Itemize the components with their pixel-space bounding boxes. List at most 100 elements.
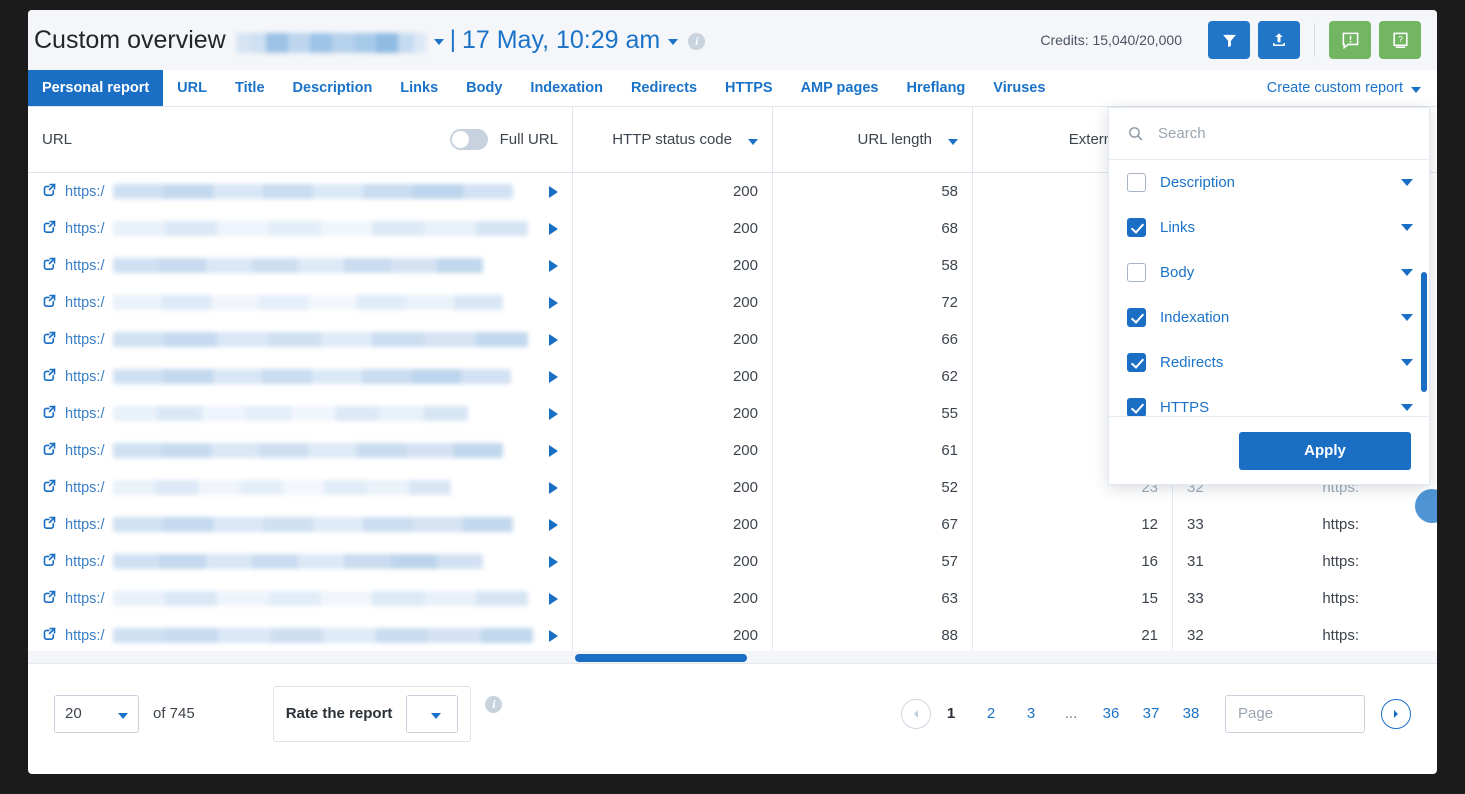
page-number-3[interactable]: 3 (1011, 705, 1051, 722)
expand-row-icon[interactable] (549, 185, 558, 198)
chevron-down-icon[interactable] (1401, 224, 1413, 231)
cell-url[interactable]: https:/ (28, 543, 573, 580)
checkbox[interactable] (1127, 218, 1146, 237)
cell-url[interactable]: https:/ (28, 358, 573, 395)
expand-row-icon[interactable] (549, 592, 558, 605)
dropdown-option-indexation[interactable]: Indexation (1109, 295, 1429, 340)
cell-url[interactable]: https:/ (28, 506, 573, 543)
checkbox[interactable] (1127, 173, 1146, 192)
expand-row-icon[interactable] (549, 222, 558, 235)
checkbox[interactable] (1127, 353, 1146, 372)
external-link-icon[interactable] (42, 441, 57, 461)
tab-description[interactable]: Description (279, 70, 387, 106)
cell-url[interactable]: https:/ (28, 210, 573, 247)
expand-row-icon[interactable] (549, 407, 558, 420)
external-link-icon[interactable] (42, 256, 57, 276)
page-number-37[interactable]: 37 (1131, 705, 1171, 722)
dropdown-option-description[interactable]: Description (1109, 160, 1429, 205)
next-page-button[interactable] (1381, 698, 1411, 729)
feedback-button[interactable] (1329, 21, 1371, 59)
dropdown-option-redirects[interactable]: Redirects (1109, 340, 1429, 385)
external-link-icon[interactable] (42, 589, 57, 609)
expand-row-icon[interactable] (549, 296, 558, 309)
sort-caret-icon[interactable] (748, 138, 758, 145)
cell-url[interactable]: https:/ (28, 432, 573, 469)
external-link-icon[interactable] (42, 404, 57, 424)
chevron-down-icon[interactable] (1401, 314, 1413, 321)
cell-url[interactable]: https:/ (28, 395, 573, 432)
previous-page-button[interactable] (901, 698, 931, 729)
rate-info-icon[interactable]: i (485, 696, 503, 713)
rows-per-page-select[interactable]: 20 (54, 694, 139, 733)
page-jump-input[interactable] (1225, 694, 1365, 733)
crawl-date-label[interactable]: 17 May, 10:29 am (462, 26, 660, 55)
page-number-2[interactable]: 2 (971, 705, 1011, 722)
horizontal-scrollbar-thumb[interactable] (575, 654, 747, 662)
info-icon[interactable]: i (688, 33, 706, 50)
cell-url[interactable]: https:/ (28, 469, 573, 506)
chevron-down-icon[interactable] (1401, 179, 1413, 186)
create-custom-report-button[interactable]: Create custom report (1267, 70, 1437, 106)
expand-row-icon[interactable] (549, 259, 558, 272)
checkbox[interactable] (1127, 398, 1146, 416)
tab-redirects[interactable]: Redirects (617, 70, 711, 106)
chevron-down-icon[interactable] (1401, 404, 1413, 411)
tab-url[interactable]: URL (163, 70, 221, 106)
table-row[interactable]: https:/ 200 63 15 33 https: (28, 580, 1437, 617)
expand-row-icon[interactable] (549, 555, 558, 568)
filter-button[interactable] (1208, 21, 1250, 59)
project-dropdown-caret-icon[interactable] (433, 39, 444, 45)
table-row[interactable]: https:/ 200 67 12 33 https: (28, 506, 1437, 543)
tab-viruses[interactable]: Viruses (979, 70, 1059, 106)
checkbox[interactable] (1127, 308, 1146, 327)
column-header-http-status-code[interactable]: HTTP status code (573, 107, 773, 172)
dropdown-option-https[interactable]: HTTPS (1109, 385, 1429, 416)
date-dropdown-caret-icon[interactable] (668, 39, 679, 45)
search-input[interactable] (1156, 124, 1411, 143)
external-link-icon[interactable] (42, 478, 57, 498)
external-link-icon[interactable] (42, 515, 57, 535)
page-number-38[interactable]: 38 (1171, 705, 1211, 722)
table-row[interactable]: https:/ 200 57 16 31 https: (28, 543, 1437, 580)
help-button[interactable]: ? (1379, 21, 1421, 59)
external-link-icon[interactable] (42, 219, 57, 239)
column-header-url-length[interactable]: URL length (773, 107, 973, 172)
cell-url[interactable]: https:/ (28, 284, 573, 321)
expand-row-icon[interactable] (549, 370, 558, 383)
full-url-toggle[interactable] (449, 129, 488, 150)
expand-row-icon[interactable] (549, 481, 558, 494)
external-link-icon[interactable] (42, 293, 57, 313)
chevron-down-icon[interactable] (1401, 269, 1413, 276)
horizontal-scrollbar[interactable] (28, 651, 1437, 663)
external-link-icon[interactable] (42, 626, 57, 646)
cell-url[interactable]: https:/ (28, 247, 573, 284)
page-number-1[interactable]: 1 (931, 705, 971, 722)
expand-row-icon[interactable] (549, 518, 558, 531)
tab-title[interactable]: Title (221, 70, 279, 106)
sort-caret-icon[interactable] (948, 138, 958, 145)
cell-url[interactable]: https:/ (28, 617, 573, 654)
tab-body[interactable]: Body (452, 70, 516, 106)
cell-url[interactable]: https:/ (28, 580, 573, 617)
dropdown-option-body[interactable]: Body (1109, 250, 1429, 295)
tab-personal-report[interactable]: Personal report (28, 70, 164, 106)
dropdown-option-links[interactable]: Links (1109, 205, 1429, 250)
page-number-36[interactable]: 36 (1091, 705, 1131, 722)
cell-url[interactable]: https:/ (28, 321, 573, 358)
tab-amp-pages[interactable]: AMP pages (787, 70, 893, 106)
tab-links[interactable]: Links (386, 70, 452, 106)
dropdown-vertical-scrollbar[interactable] (1421, 272, 1427, 392)
expand-row-icon[interactable] (549, 629, 558, 642)
external-link-icon[interactable] (42, 330, 57, 350)
chevron-down-icon[interactable] (1401, 359, 1413, 366)
expand-row-icon[interactable] (549, 333, 558, 346)
rate-report-select[interactable] (406, 694, 459, 733)
apply-button[interactable]: Apply (1239, 431, 1411, 470)
table-row[interactable]: https:/ 200 88 21 32 https: (28, 617, 1437, 654)
checkbox[interactable] (1127, 263, 1146, 282)
export-button[interactable] (1258, 21, 1300, 59)
expand-row-icon[interactable] (549, 444, 558, 457)
external-link-icon[interactable] (42, 182, 57, 202)
tab-https[interactable]: HTTPS (711, 70, 787, 106)
cell-url[interactable]: https:/ (28, 173, 573, 210)
